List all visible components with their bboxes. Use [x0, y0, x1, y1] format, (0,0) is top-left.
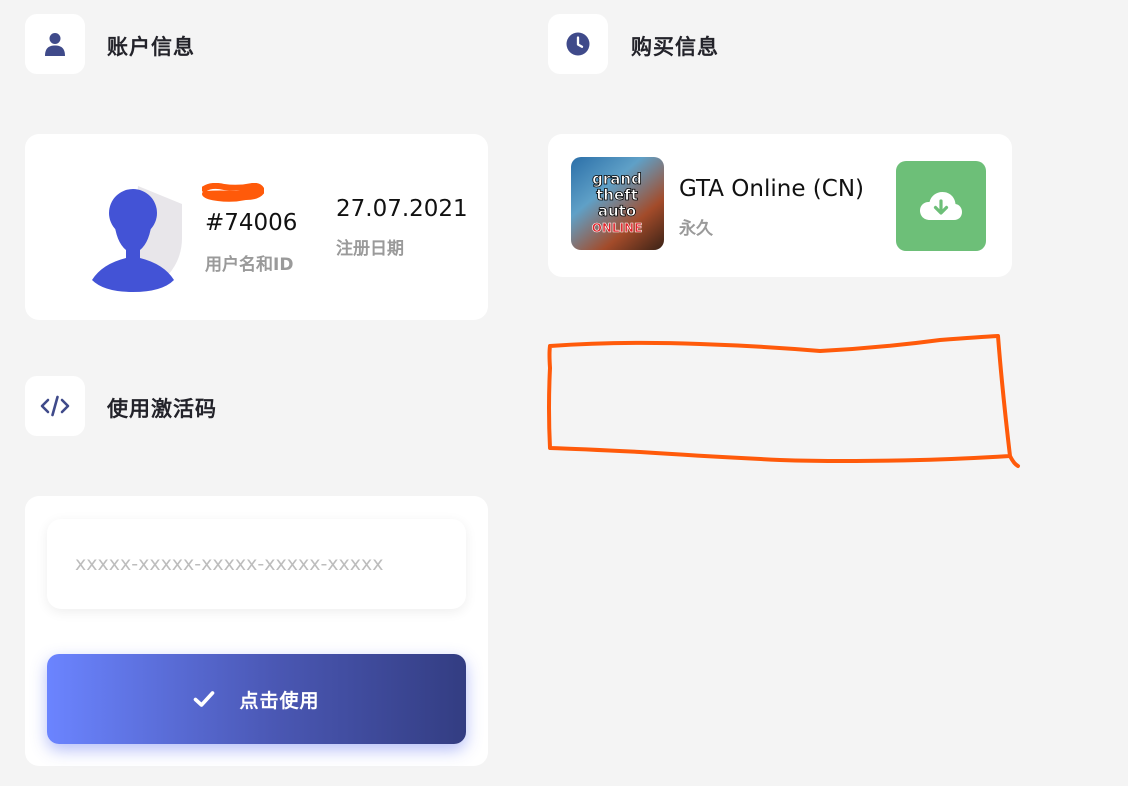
cloud-download-icon: [920, 192, 962, 220]
purchase-card: grand theft auto ONLINE GTA Online (CN) …: [548, 134, 1012, 277]
user-icon: [45, 33, 65, 56]
game-title: GTA Online (CN): [679, 176, 865, 202]
register-date-label: 注册日期: [336, 239, 404, 259]
svg-text:auto: auto: [598, 202, 636, 220]
activation-code-input[interactable]: [47, 519, 466, 609]
gta-logo: grand theft auto ONLINE: [591, 170, 643, 236]
code-icon: [40, 395, 70, 417]
clock-icon: [566, 32, 590, 56]
activation-card: 点击使用: [25, 496, 488, 766]
account-section-icon-tile: [25, 14, 85, 74]
username-redaction-scribble: [202, 183, 264, 202]
register-date: 27.07.2021: [336, 196, 468, 222]
activation-section-icon-tile: [25, 376, 85, 436]
purchase-section-icon-tile: [548, 14, 608, 74]
user-id-label: 用户名和ID: [205, 255, 294, 275]
purchase-section-title: 购买信息: [631, 35, 719, 59]
license-duration: 永久: [679, 219, 713, 239]
highlight-annotation-box: [547, 334, 1020, 468]
download-button[interactable]: [896, 161, 986, 251]
activation-section-title: 使用激活码: [107, 397, 217, 421]
user-id: #74006: [205, 210, 298, 236]
account-section-title: 账户信息: [107, 35, 195, 59]
use-code-button-label: 点击使用: [239, 689, 320, 712]
use-code-button[interactable]: 点击使用: [47, 654, 466, 744]
user-silhouette-avatar: [92, 186, 182, 292]
svg-text:ONLINE: ONLINE: [592, 221, 643, 235]
account-card: #74006 用户名和ID 27.07.2021 注册日期: [25, 134, 488, 320]
game-cover-image[interactable]: grand theft auto ONLINE: [571, 157, 664, 250]
check-icon: [194, 691, 215, 707]
